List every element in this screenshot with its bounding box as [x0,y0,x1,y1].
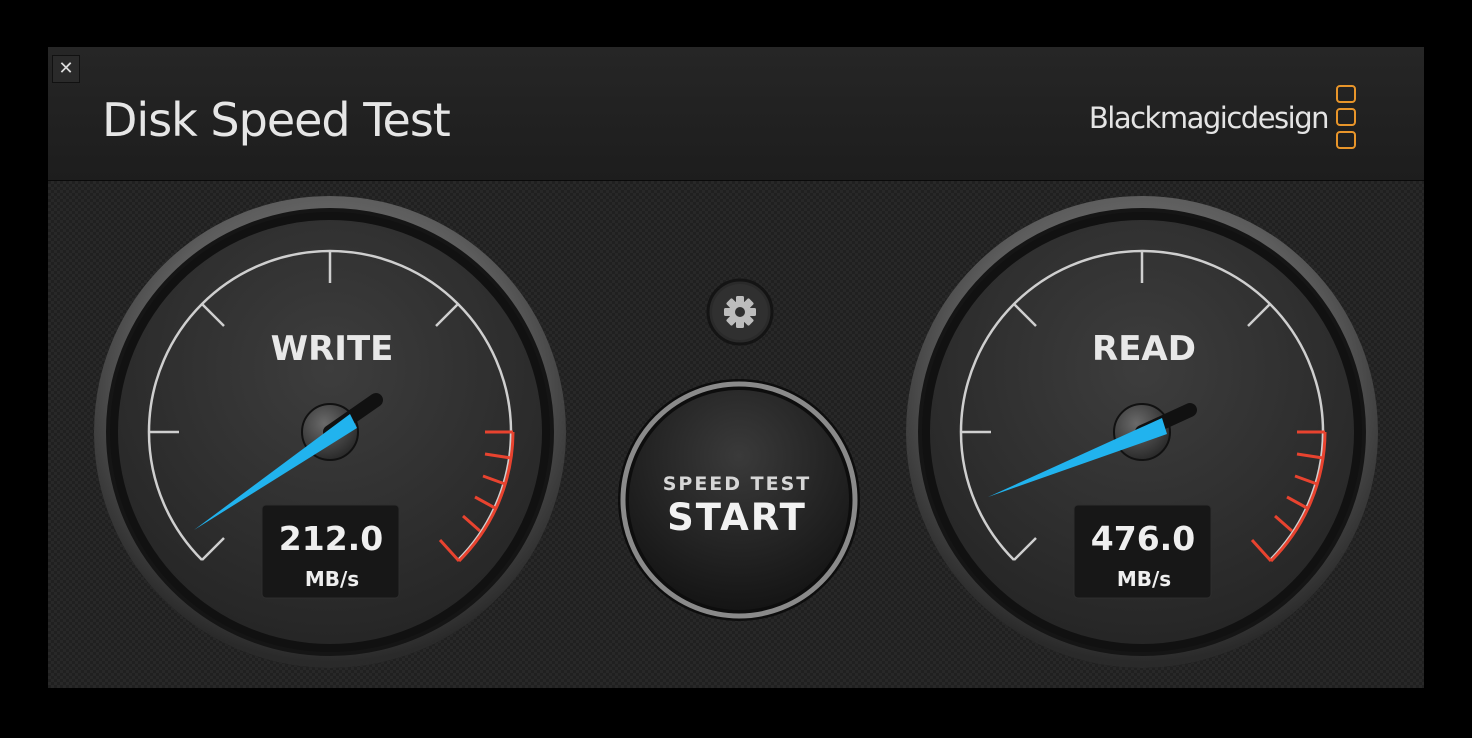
write-gauge: WRITE 212.0 MB/s [94,196,566,668]
start-button-line2: START [667,496,807,539]
read-gauge-label: READ [1092,329,1196,369]
write-value: 212.0 [279,519,383,558]
gear-icon [724,296,756,328]
write-unit: MB/s [305,567,359,591]
read-value: 476.0 [1091,519,1195,558]
settings-button[interactable] [706,278,774,346]
read-gauge: READ 476.0 MB/s [906,196,1378,668]
gauge-scene: WRITE 212.0 MB/s READ 476.0 MB/s SPEED T… [94,196,1378,668]
speed-test-start-button[interactable]: SPEED TEST START [618,379,860,621]
start-button-line1: SPEED TEST [663,473,812,495]
write-gauge-label: WRITE [271,329,394,369]
read-unit: MB/s [1117,567,1171,591]
